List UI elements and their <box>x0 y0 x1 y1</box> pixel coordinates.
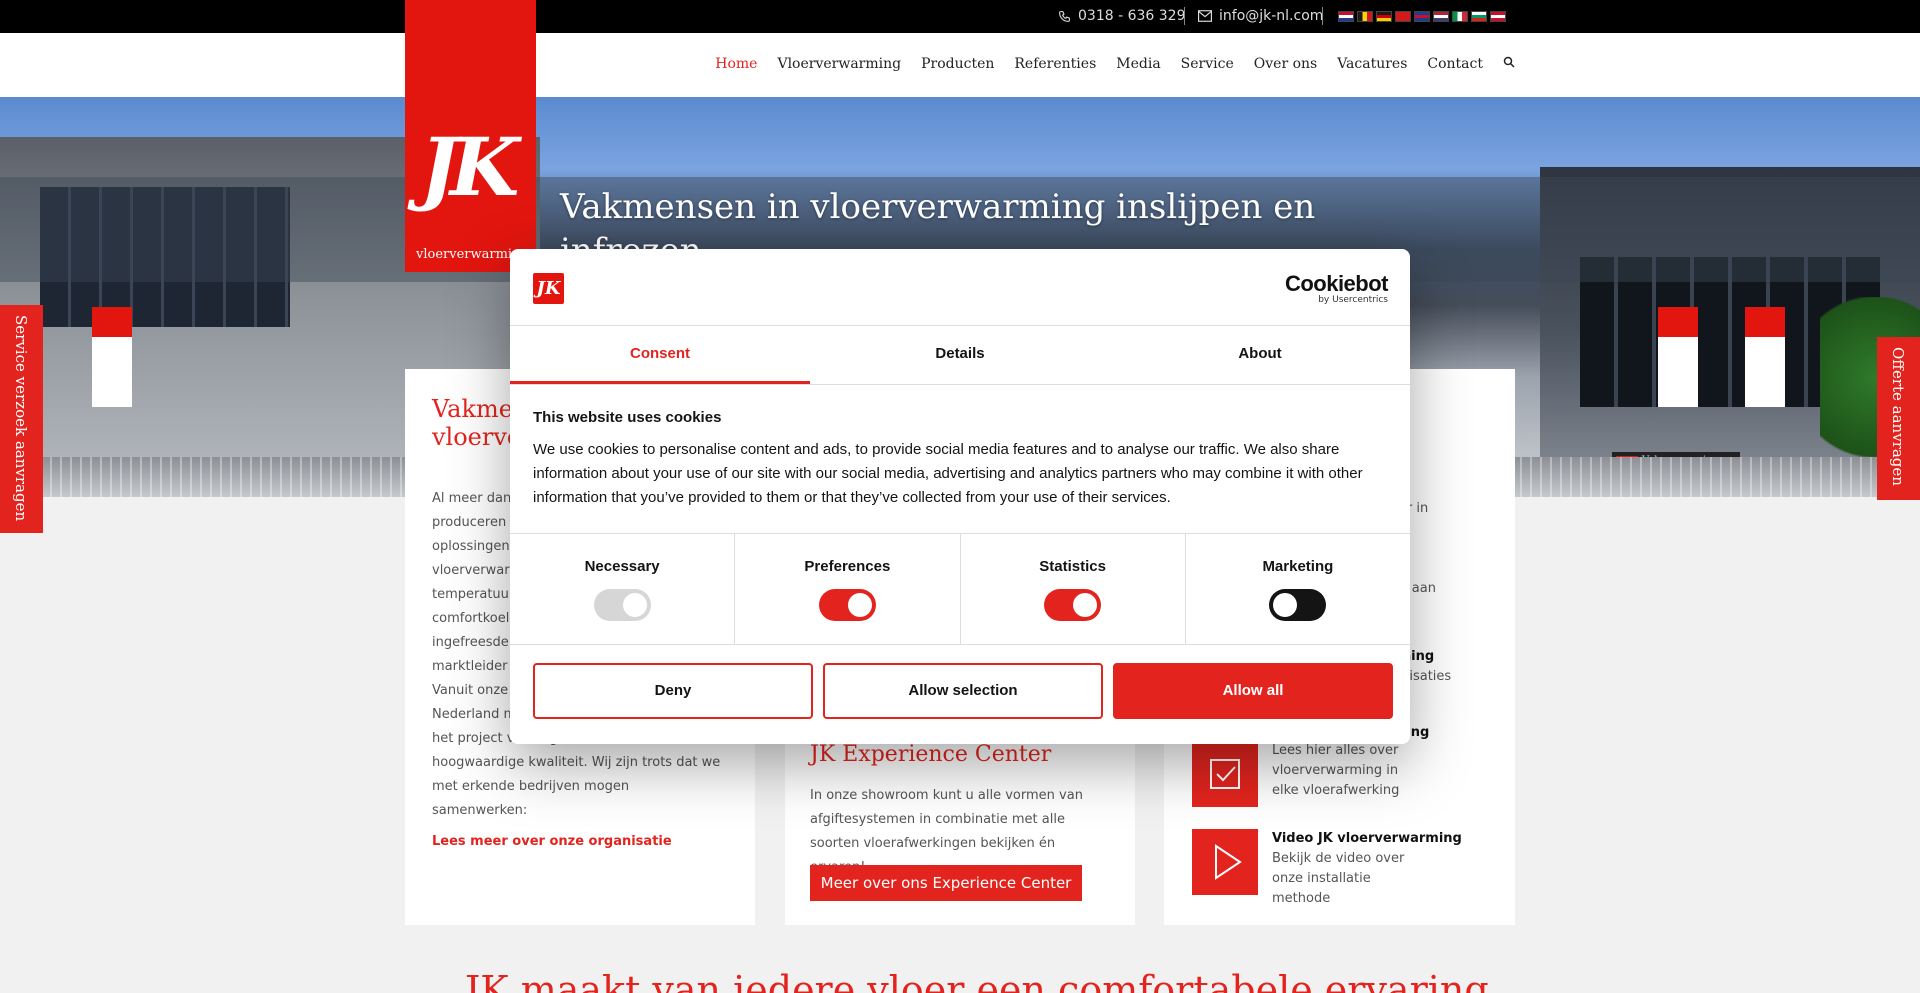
flag-banner <box>1658 307 1698 407</box>
toggle-knob <box>622 593 647 617</box>
flag-bg-icon[interactable] <box>1471 11 1487 22</box>
nav-item-producten[interactable]: Producten <box>921 56 994 72</box>
nav-item-media[interactable]: Media <box>1116 56 1160 72</box>
play-icon <box>1192 829 1258 895</box>
jk-logo-icon: JK <box>533 273 564 304</box>
language-flags <box>1338 11 1506 22</box>
preferences-toggle[interactable] <box>818 589 876 621</box>
nav-item-vacatures[interactable]: Vacatures <box>1337 56 1407 72</box>
tab-about[interactable]: About <box>1110 326 1410 384</box>
flag-us-icon[interactable] <box>1433 11 1449 22</box>
category-label: Necessary <box>584 558 660 575</box>
statistics-toggle[interactable] <box>1044 589 1102 621</box>
cookie-tabs: Consent Details About <box>510 325 1410 385</box>
phone-link[interactable]: 0318 - 636 329 <box>1058 8 1185 24</box>
cookie-body: This website uses cookies We use cookies… <box>533 409 1383 510</box>
divider <box>1184 7 1185 25</box>
cookiebot-sub: by Usercentrics <box>1318 295 1388 305</box>
allow-all-button[interactable]: Allow all <box>1113 663 1393 719</box>
cookie-consent-dialog: JK Cookiebot by Usercentrics Consent Det… <box>510 249 1410 744</box>
flag-dk-icon[interactable] <box>1490 11 1506 22</box>
divider <box>1322 7 1323 25</box>
flag-gb-icon[interactable] <box>1414 11 1430 22</box>
phone-number: 0318 - 636 329 <box>1078 8 1186 24</box>
cookiebot-name: Cookiebot <box>1284 271 1389 296</box>
top-bar: 0318 - 636 329 info@jk-nl.com <box>0 0 1920 33</box>
mail-icon <box>1198 10 1212 22</box>
marketing-toggle[interactable] <box>1269 589 1327 621</box>
search-icon[interactable] <box>1503 56 1515 72</box>
video-link[interactable]: Video JK vloerverwarming Bekijk de video… <box>1192 829 1462 909</box>
logo-mark: JK <box>420 120 519 214</box>
cookie-title: This website uses cookies <box>533 409 722 426</box>
floor-finish-desc: Lees hier alles over vloerverwarming in … <box>1272 743 1400 798</box>
experience-button[interactable]: Meer over ons Experience Center <box>810 865 1082 901</box>
toggle-knob <box>1273 593 1298 617</box>
category-label: Statistics <box>1039 558 1106 575</box>
flag-banner <box>92 307 132 407</box>
service-request-tab[interactable]: Service verzoek aanvragen <box>0 305 43 533</box>
tab-details[interactable]: Details <box>810 326 1110 384</box>
video-title: Video JK vloerverwarming <box>1272 831 1462 846</box>
nav-item-home[interactable]: Home <box>715 56 757 72</box>
about-link[interactable]: Lees meer over onze organisatie <box>432 834 672 849</box>
flag-nl-icon[interactable] <box>1338 11 1354 22</box>
toggle-knob <box>847 593 872 617</box>
category-necessary: Necessary <box>510 534 736 644</box>
nav-item-vloerverwarming[interactable]: Vloerverwarming <box>777 56 901 72</box>
necessary-toggle <box>593 589 651 621</box>
deny-button[interactable]: Deny <box>533 663 813 719</box>
nav-item-referenties[interactable]: Referenties <box>1014 56 1096 72</box>
site-logo[interactable]: JK vloerverwarming <box>405 0 536 272</box>
category-preferences: Preferences <box>735 534 961 644</box>
section-title: JK maakt van iedere vloer een comfortabe… <box>465 968 1489 993</box>
flag-de-icon[interactable] <box>1376 11 1392 22</box>
category-marketing: Marketing <box>1186 534 1410 644</box>
category-label: Preferences <box>804 558 891 575</box>
video-desc: Bekijk de video over onze installatie me… <box>1272 851 1405 906</box>
flag-banner <box>1745 307 1785 407</box>
email-address: info@jk-nl.com <box>1219 8 1324 24</box>
nav-item-over-ons[interactable]: Over ons <box>1254 56 1317 72</box>
flag-be-icon[interactable] <box>1357 11 1373 22</box>
cookie-text: We use cookies to personalise content an… <box>533 441 1363 506</box>
service-request-label: Service verzoek aanvragen <box>12 315 30 522</box>
main-nav: Home Vloerverwarming Producten Referenties M… <box>715 56 1515 72</box>
toggle-knob <box>1073 593 1098 617</box>
email-link[interactable]: info@jk-nl.com <box>1198 8 1323 24</box>
tab-consent[interactable]: Consent <box>510 326 810 384</box>
floor-finish-link[interactable]: Lees hier alles over vloerverwarming in … <box>1192 741 1422 807</box>
phone-icon <box>1059 10 1070 22</box>
checkbox-icon <box>1192 741 1258 807</box>
flag-tr-icon[interactable] <box>1395 11 1411 22</box>
flag-it-icon[interactable] <box>1452 11 1468 22</box>
header: Home Vloerverwarming Producten Referenties M… <box>0 33 1920 97</box>
cookiebot-logo[interactable]: Cookiebot by Usercentrics <box>1284 271 1389 306</box>
nav-item-service[interactable]: Service <box>1181 56 1234 72</box>
category-statistics: Statistics <box>961 534 1186 644</box>
cookie-categories: Necessary Preferences Statistics Marketing <box>510 533 1410 645</box>
quote-request-label: Offerte aanvragen <box>1889 347 1907 486</box>
quote-request-tab[interactable]: Offerte aanvragen <box>1877 337 1920 500</box>
category-label: Marketing <box>1262 558 1334 575</box>
nav-item-contact[interactable]: Contact <box>1427 56 1483 72</box>
cookie-buttons: Deny Allow selection Allow all <box>533 663 1393 719</box>
experience-heading: JK Experience Center <box>810 742 1052 767</box>
allow-selection-button[interactable]: Allow selection <box>823 663 1103 719</box>
